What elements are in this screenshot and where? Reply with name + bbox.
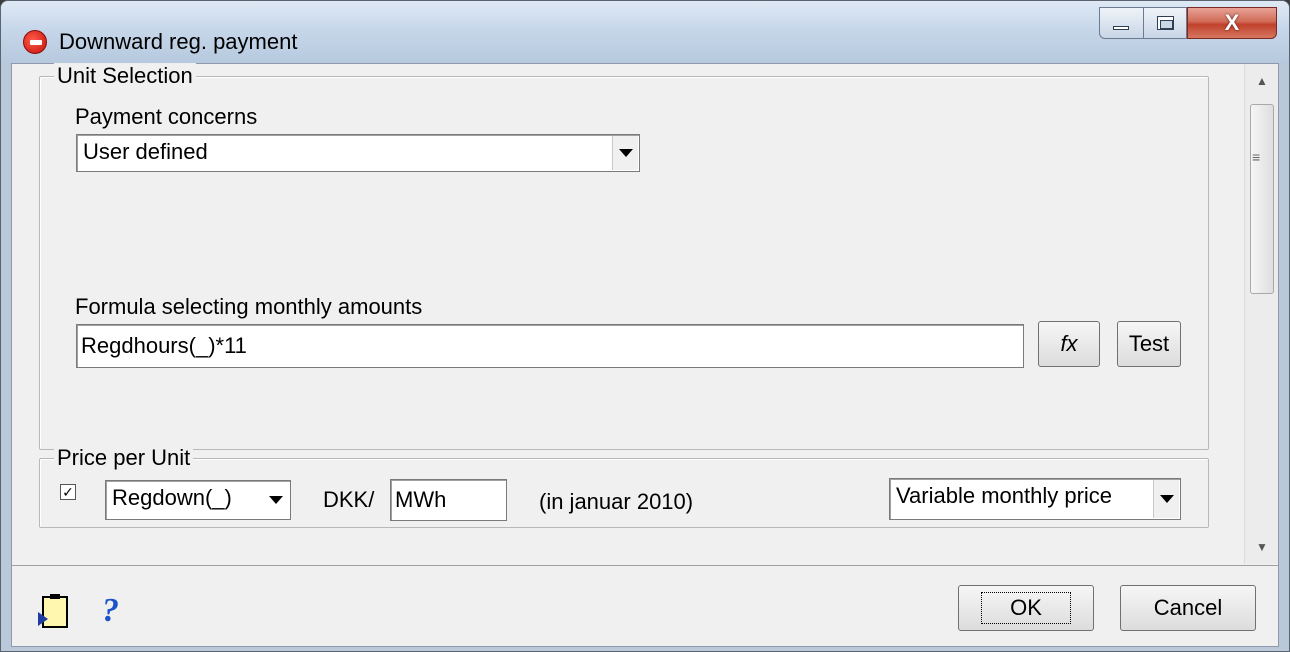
scroll-up-arrow[interactable]: ▲	[1245, 64, 1279, 98]
dialog-window: Downward reg. payment X Unit Selection P…	[0, 0, 1290, 652]
help-icon: ?	[102, 592, 119, 629]
payment-concerns-dropdown-arrow[interactable]	[612, 136, 638, 170]
close-icon: X	[1224, 10, 1240, 35]
payment-concerns-value: User defined	[83, 139, 208, 164]
maximize-icon	[1157, 16, 1174, 30]
test-button[interactable]: Test	[1117, 321, 1181, 367]
payment-concerns-label: Payment concerns	[75, 104, 258, 129]
price-date-note: (in januar 2010)	[539, 489, 694, 514]
maximize-button[interactable]	[1143, 7, 1187, 39]
scroll-grip-icon: ≡	[1252, 149, 1261, 165]
formula-input-field[interactable]	[77, 325, 1023, 367]
clipboard-import-icon	[38, 594, 68, 628]
fx-icon: fx	[1060, 331, 1078, 356]
caption-buttons: X	[1099, 7, 1277, 41]
cancel-button[interactable]: Cancel	[1120, 585, 1256, 631]
minimize-button[interactable]	[1099, 7, 1143, 39]
vertical-scrollbar[interactable]: ▲ ≡ ▼	[1244, 64, 1278, 564]
arrow-right-icon	[38, 612, 48, 626]
title-bar[interactable]: Downward reg. payment X	[1, 1, 1289, 63]
clipboard-import-button[interactable]	[38, 594, 70, 632]
formula-input[interactable]	[76, 324, 1024, 368]
cancel-button-label: Cancel	[1153, 595, 1223, 620]
close-button[interactable]: X	[1187, 7, 1277, 39]
test-button-label: Test	[1128, 331, 1170, 356]
function-wizard-button[interactable]: fx	[1038, 321, 1100, 367]
price-source-dropdown-arrow[interactable]	[263, 482, 289, 518]
app-logo-icon	[23, 30, 47, 54]
unit-selection-legend: Unit Selection	[54, 63, 196, 89]
price-source-dropdown[interactable]: Regdown(_)	[105, 480, 291, 520]
unit-selection-group: Unit Selection	[39, 63, 1209, 450]
help-button[interactable]: ?	[98, 592, 130, 630]
chevron-down-icon	[618, 149, 633, 157]
scroll-down-arrow[interactable]: ▼	[1245, 530, 1279, 564]
formula-label: Formula selecting monthly amounts	[75, 294, 423, 319]
ok-button[interactable]: OK	[958, 585, 1094, 631]
unit-input-field[interactable]	[391, 480, 506, 520]
chevron-down-icon	[1159, 495, 1174, 503]
scroll-thumb[interactable]	[1250, 104, 1274, 294]
price-per-unit-legend: Price per Unit	[54, 445, 194, 471]
currency-label: DKK/	[323, 487, 375, 512]
ok-button-label: OK	[981, 592, 1071, 624]
payment-concerns-dropdown[interactable]: User defined	[76, 134, 640, 172]
window-title: Downward reg. payment	[59, 29, 298, 54]
price-enabled-checkbox[interactable]: ✓	[60, 484, 76, 500]
price-mode-value: Variable monthly price	[896, 483, 1113, 508]
unit-input[interactable]	[390, 479, 507, 521]
scroll-area: Unit Selection Payment concerns User def…	[12, 63, 1278, 566]
chevron-down-icon	[269, 496, 283, 504]
price-source-value: Regdown(_)	[112, 485, 232, 510]
price-mode-dropdown-arrow[interactable]	[1153, 480, 1179, 518]
price-mode-dropdown[interactable]: Variable monthly price	[889, 478, 1181, 520]
minimize-icon	[1113, 26, 1129, 30]
dialog-client-area: Unit Selection Payment concerns User def…	[11, 63, 1279, 647]
